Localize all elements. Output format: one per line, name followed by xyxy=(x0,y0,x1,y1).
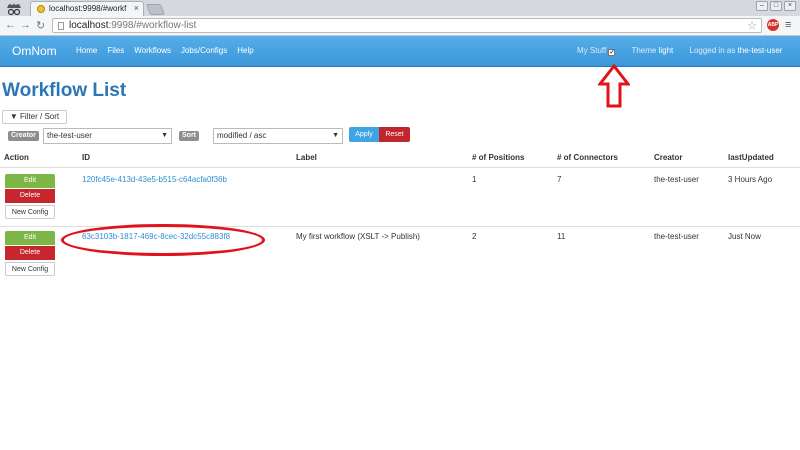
creator-value: the-test-user xyxy=(654,232,699,241)
nav-links: Home Files Workflows Jobs/Configs Help xyxy=(76,46,254,55)
browser-menu-icon[interactable]: ≡ xyxy=(785,19,791,31)
back-icon[interactable]: ← xyxy=(5,19,16,31)
col-header-last-updated: lastUpdated xyxy=(728,153,774,162)
reload-icon[interactable]: ↻ xyxy=(36,19,45,32)
browser-tab-strip: localhost:9998/#workf × – □ × xyxy=(0,0,800,16)
close-window-button[interactable]: × xyxy=(784,1,796,11)
theme-value[interactable]: light xyxy=(659,46,674,55)
filter-icon: ▼ xyxy=(9,112,18,121)
creator-select[interactable]: the-test-user ▼ xyxy=(43,128,172,144)
creator-label: Creator xyxy=(8,131,39,141)
adblock-extension-icon[interactable]: ABP xyxy=(767,19,779,31)
forward-icon[interactable]: → xyxy=(20,19,31,31)
filter-sort-label: Filter / Sort xyxy=(20,112,60,121)
reset-button[interactable]: Reset xyxy=(379,127,410,142)
sort-select[interactable]: modified / asc ▼ xyxy=(213,128,343,144)
chevron-down-icon: ▼ xyxy=(161,132,168,139)
my-stuff-label: My Stuff xyxy=(577,46,607,55)
filter-sort-button[interactable]: ▼ Filter / Sort xyxy=(2,110,67,124)
url-host: localhost xyxy=(69,20,109,31)
page-title: Workflow List xyxy=(2,80,127,101)
last-updated-value: 3 Hours Ago xyxy=(728,175,773,184)
nav-home[interactable]: Home xyxy=(76,46,97,55)
delete-button[interactable]: Delete xyxy=(5,246,55,260)
maximize-button[interactable]: □ xyxy=(770,1,782,11)
col-header-id: ID xyxy=(82,153,90,162)
positions-count: 2 xyxy=(472,232,477,241)
user-name[interactable]: the-test-user xyxy=(738,46,783,55)
connectors-count: 11 xyxy=(557,232,566,241)
col-header-positions: # of Positions xyxy=(472,153,525,162)
minimize-button[interactable]: – xyxy=(756,1,768,11)
positions-count: 1 xyxy=(472,175,477,184)
nav-workflows[interactable]: Workflows xyxy=(134,46,171,55)
col-header-label: Label xyxy=(296,153,317,162)
url-path: :9998/#workflow-list xyxy=(108,20,197,31)
connectors-count: 7 xyxy=(557,175,562,184)
creator-select-value: the-test-user xyxy=(47,131,92,140)
chevron-down-icon: ▼ xyxy=(332,132,339,139)
url-text[interactable]: localhost:9998/#workflow-list xyxy=(69,20,196,31)
nav-help[interactable]: Help xyxy=(237,46,253,55)
delete-button[interactable]: Delete xyxy=(5,189,55,203)
page-icon xyxy=(58,22,64,30)
workflow-label: My first workflow (XSLT -> Publish) xyxy=(296,232,420,241)
nav-files[interactable]: Files xyxy=(107,46,124,55)
edit-button[interactable]: Edit xyxy=(5,231,55,245)
browser-tab[interactable]: localhost:9998/#workf × xyxy=(30,1,144,16)
app-navbar: OmNom Home Files Workflows Jobs/Configs … xyxy=(0,36,800,67)
col-header-action: Action xyxy=(4,153,29,162)
window-controls: – □ × xyxy=(756,1,796,11)
bookmark-star-icon[interactable]: ☆ xyxy=(747,19,757,32)
tab-close-icon[interactable]: × xyxy=(134,3,139,13)
sort-label: Sort xyxy=(179,131,199,141)
apply-button[interactable]: Apply xyxy=(349,127,379,142)
last-updated-value: Just Now xyxy=(728,232,761,241)
my-stuff-checkbox[interactable]: ✓ xyxy=(608,49,616,56)
new-config-button[interactable]: New Config xyxy=(5,205,55,219)
tab-title: localhost:9998/#workf xyxy=(49,4,127,13)
col-header-connectors: # of Connectors xyxy=(557,153,618,162)
col-header-creator: Creator xyxy=(654,153,683,162)
logged-in-label: Logged in as xyxy=(689,46,736,55)
new-config-button[interactable]: New Config xyxy=(5,262,55,276)
navbar-right: My Stuff ✓ Theme light Logged in as the-t… xyxy=(577,46,782,56)
table-header-divider xyxy=(0,167,800,168)
new-tab-button[interactable] xyxy=(145,4,166,15)
theme-label: Theme xyxy=(631,46,657,55)
incognito-icon xyxy=(7,3,21,16)
sort-select-value: modified / asc xyxy=(217,131,267,140)
nav-jobs-configs[interactable]: Jobs/Configs xyxy=(181,46,227,55)
address-bar[interactable]: localhost:9998/#workflow-list ☆ xyxy=(52,18,762,33)
workflow-id-link[interactable]: 120fc45e-413d-43e5-b515-c64acfa0f36b xyxy=(82,175,227,184)
favicon-icon xyxy=(37,5,45,13)
annotation-ellipse xyxy=(61,224,265,256)
annotation-up-arrow xyxy=(598,64,630,108)
browser-toolbar: ← → ↻ localhost:9998/#workflow-list ☆ AB… xyxy=(0,16,800,36)
brand-logo[interactable]: OmNom xyxy=(12,44,57,58)
edit-button[interactable]: Edit xyxy=(5,174,55,188)
creator-value: the-test-user xyxy=(654,175,699,184)
